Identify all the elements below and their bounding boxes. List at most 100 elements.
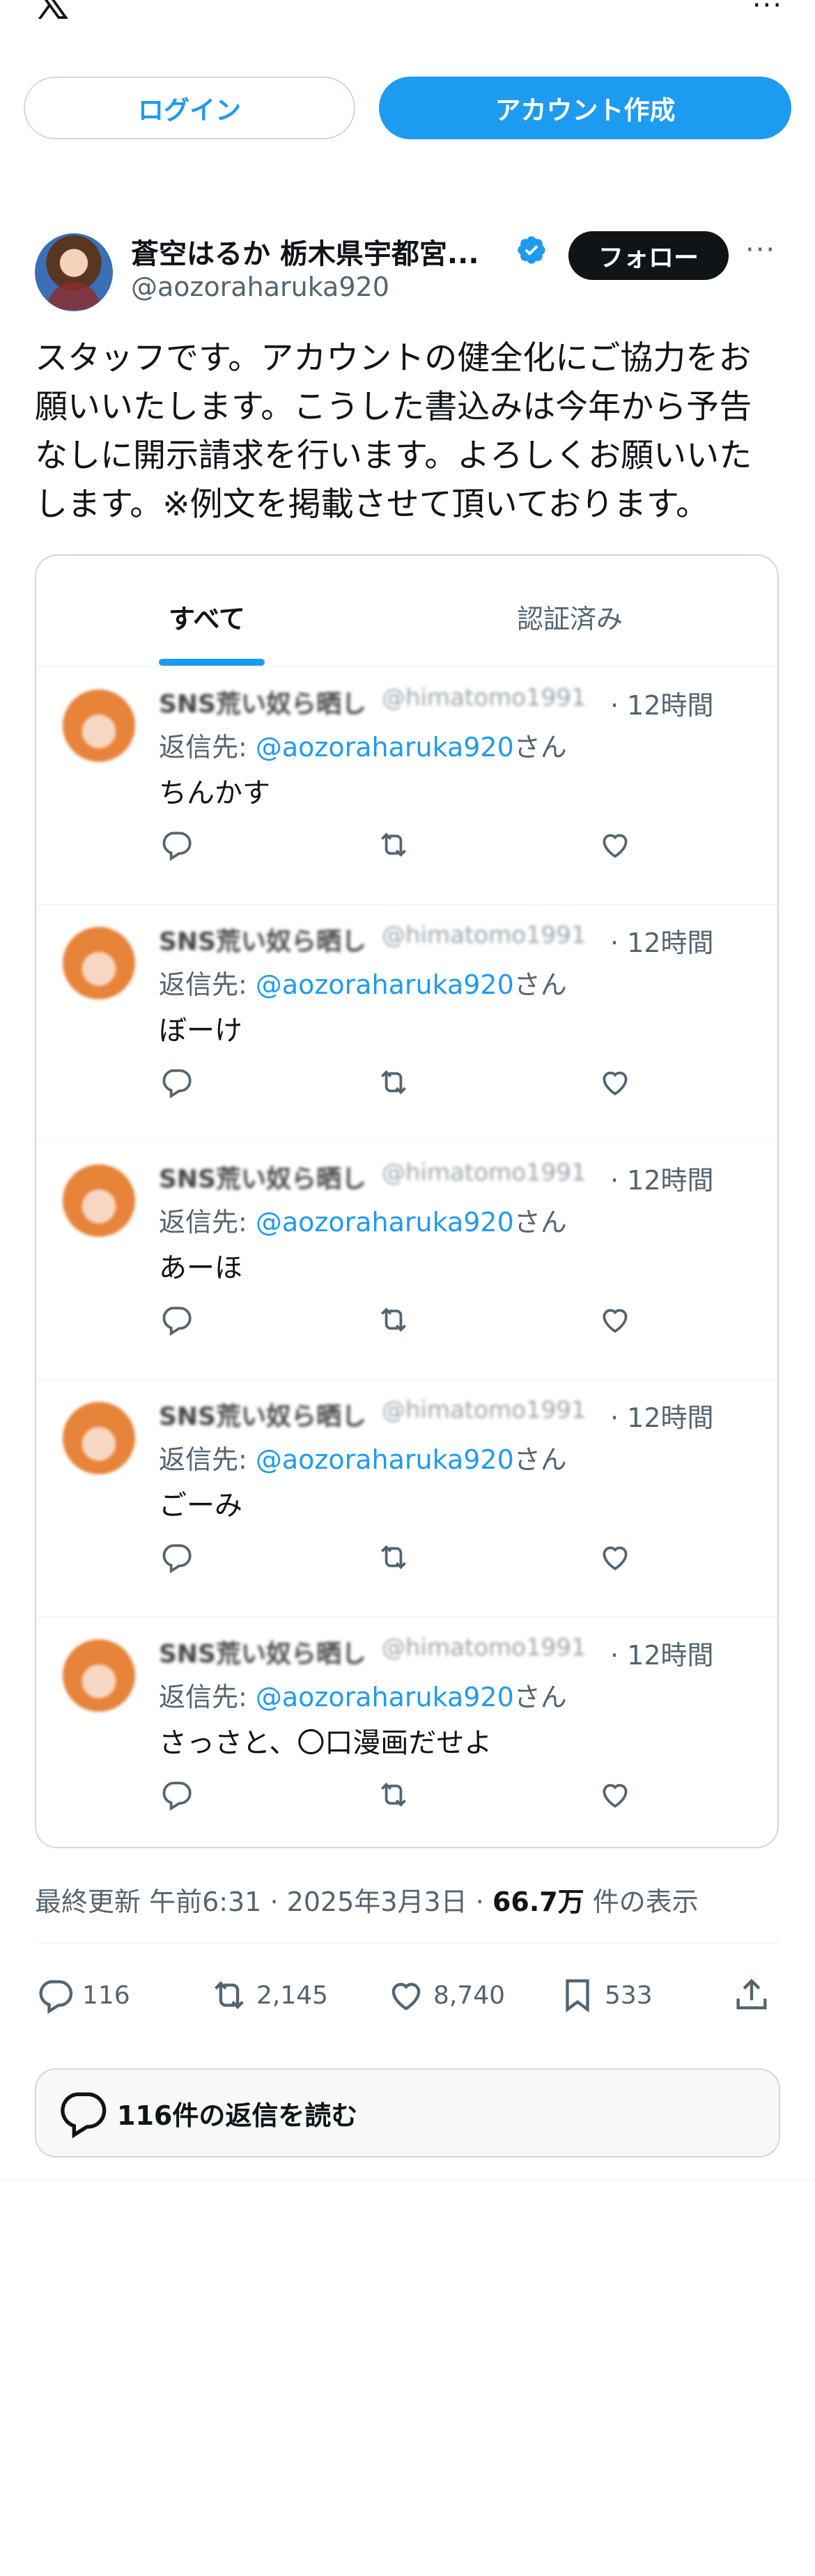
x-logo-icon[interactable]: 𝕏 bbox=[33, 0, 70, 26]
repost-count: 2,145 bbox=[256, 1981, 329, 2010]
reply-text: さっさと、〇口漫画だせよ bbox=[159, 1727, 492, 1759]
bookmark-action[interactable]: 533 bbox=[557, 1971, 653, 2020]
reply-time[interactable]: · 12時間 bbox=[610, 921, 714, 960]
tab-all[interactable]: すべて bbox=[169, 598, 245, 636]
reply-text: ぼーけ bbox=[159, 1015, 242, 1047]
reply-item[interactable]: SNS荒い奴ら晒し @himatomo1991 · 12時間返信先: @aozora… bbox=[36, 905, 777, 1142]
reply-display-name[interactable]: SNS荒い奴ら晒し bbox=[159, 921, 366, 958]
repost-icon[interactable] bbox=[376, 1302, 411, 1337]
heart-icon[interactable] bbox=[598, 1777, 632, 1812]
read-replies-button[interactable]: 116件の返信を読む bbox=[35, 2068, 780, 2157]
reply-to-mention[interactable]: @aozoraharuka920 bbox=[256, 1207, 514, 1238]
reply-item[interactable]: SNS荒い奴ら晒し @himatomo1991 · 12時間返信先: @aozora… bbox=[36, 1380, 777, 1617]
reply-handle[interactable]: @himatomo1991 bbox=[382, 921, 587, 949]
reply-to-line: 返信先: @aozoraharuka920さん bbox=[159, 1676, 567, 1714]
reply-avatar[interactable] bbox=[63, 1639, 135, 1712]
reply-to-prefix: 返信先: bbox=[159, 1444, 256, 1475]
reply-count: 116 bbox=[82, 1981, 130, 2010]
reply-icon[interactable] bbox=[159, 1540, 194, 1575]
reply-icon[interactable] bbox=[159, 827, 194, 862]
verified-badge-icon bbox=[518, 236, 545, 264]
reply-time[interactable]: · 12時間 bbox=[610, 684, 714, 722]
reply-avatar[interactable] bbox=[63, 927, 135, 999]
reply-display-name[interactable]: SNS荒い奴ら晒し bbox=[159, 1159, 366, 1195]
tab-verified[interactable]: 認証済み bbox=[517, 598, 623, 636]
repost-icon[interactable] bbox=[376, 827, 411, 862]
signup-button[interactable]: アカウント作成 bbox=[379, 77, 791, 139]
reply-display-name[interactable]: SNS荒い奴ら晒し bbox=[159, 1396, 366, 1433]
author-avatar[interactable] bbox=[35, 233, 113, 311]
reply-to-suffix: さん bbox=[513, 732, 567, 763]
reply-to-prefix: 返信先: bbox=[159, 732, 256, 763]
view-count: 66.7万 bbox=[492, 1887, 584, 1917]
tweet-actions: 116 2,145 8,740 533 bbox=[35, 1971, 780, 2020]
tweet-author: 蒼空はるか 栃木県宇都宮... @aozoraharuka920 フォロー ··… bbox=[35, 230, 787, 313]
tweet-more-icon[interactable]: ··· bbox=[745, 234, 776, 266]
more-icon[interactable]: ··· bbox=[752, 0, 783, 19]
author-handle[interactable]: @aozoraharuka920 bbox=[131, 272, 389, 302]
reply-handle[interactable]: @himatomo1991 bbox=[382, 684, 587, 712]
reply-to-mention[interactable]: @aozoraharuka920 bbox=[256, 1682, 514, 1712]
repost-icon[interactable] bbox=[376, 1540, 411, 1575]
reply-handle[interactable]: @himatomo1991 bbox=[382, 1159, 587, 1187]
repost-icon bbox=[215, 1981, 244, 2009]
reply-avatar[interactable] bbox=[63, 1402, 135, 1474]
repost-icon[interactable] bbox=[376, 1777, 411, 1812]
reply-icon[interactable] bbox=[159, 1302, 194, 1337]
reply-icon[interactable] bbox=[159, 1777, 194, 1812]
reply-time[interactable]: · 12時間 bbox=[610, 1159, 714, 1197]
follow-button[interactable]: フォロー bbox=[568, 231, 729, 280]
read-replies-label: 116件の返信を読む bbox=[117, 2100, 358, 2131]
reply-icon bbox=[39, 1980, 73, 2014]
reply-bubble-icon bbox=[61, 2092, 107, 2139]
reply-text: あーほ bbox=[159, 1252, 242, 1284]
reply-avatar[interactable] bbox=[63, 1164, 135, 1237]
reply-icon[interactable] bbox=[159, 1065, 194, 1100]
heart-icon[interactable] bbox=[598, 1540, 632, 1575]
reply-to-line: 返信先: @aozoraharuka920さん bbox=[159, 963, 567, 1001]
repost-action[interactable]: 2,145 bbox=[209, 1971, 328, 2020]
tweet-text-line: なしに開示請求を行います。よろしくお願いいた bbox=[35, 437, 752, 475]
tweet-text: スタッフです。アカウントの健全化にご協力をお 願いいたします。こうした書込みは今… bbox=[35, 334, 780, 529]
reply-time[interactable]: · 12時間 bbox=[610, 1396, 714, 1435]
reply-to-mention[interactable]: @aozoraharuka920 bbox=[256, 1444, 514, 1475]
heart-icon bbox=[391, 1983, 421, 2011]
reply-action[interactable]: 116 bbox=[35, 1971, 130, 2020]
divider bbox=[35, 1943, 780, 1944]
like-count: 8,740 bbox=[433, 1981, 506, 2010]
heart-icon[interactable] bbox=[598, 827, 632, 862]
reply-item[interactable]: SNS荒い奴ら晒し @himatomo1991 · 12時間返信先: @aozora… bbox=[36, 1617, 777, 1847]
reply-to-suffix: さん bbox=[513, 1207, 567, 1238]
reply-handle[interactable]: @himatomo1991 bbox=[382, 1634, 587, 1662]
repost-icon[interactable] bbox=[376, 1065, 411, 1100]
view-label: 件の表示 bbox=[584, 1887, 699, 1917]
like-action[interactable]: 8,740 bbox=[386, 1971, 505, 2020]
timestamp[interactable]: 最終更新 午前6:31 · 2025年3月3日 · bbox=[35, 1887, 492, 1917]
tweet-meta: 最終更新 午前6:31 · 2025年3月3日 · 66.7万 件の表示 bbox=[35, 1880, 699, 1919]
embedded-image-card[interactable]: すべて 認証済み SNS荒い奴ら晒し @himatomo1991 · 12時間 返信先… bbox=[35, 554, 779, 1848]
reply-text: ちんかす bbox=[159, 777, 270, 809]
reply-display-name[interactable]: SNS荒い奴ら晒し bbox=[159, 1634, 366, 1670]
reply-to-line: 返信先: @aozoraharuka920さん bbox=[159, 1201, 567, 1239]
reply-display-name[interactable]: SNS荒い奴ら晒し bbox=[159, 684, 366, 720]
reply-to-prefix: 返信先: bbox=[159, 969, 256, 1000]
reply-to-suffix: さん bbox=[513, 1682, 567, 1712]
reply-time[interactable]: · 12時間 bbox=[610, 1634, 714, 1672]
reply-handle[interactable]: @himatomo1991 bbox=[382, 1396, 587, 1424]
auth-buttons: ログイン アカウント作成 bbox=[24, 77, 791, 139]
reply-to-line: 返信先: @aozoraharuka920さん bbox=[159, 1438, 567, 1476]
reply-to-mention[interactable]: @aozoraharuka920 bbox=[256, 969, 514, 1000]
heart-icon[interactable] bbox=[598, 1065, 632, 1100]
author-display-name[interactable]: 蒼空はるか 栃木県宇都宮... bbox=[131, 231, 479, 272]
top-bar: 𝕏 ··· bbox=[0, 0, 815, 28]
login-button[interactable]: ログイン bbox=[24, 77, 355, 139]
active-tab-indicator bbox=[159, 659, 265, 666]
reply-avatar[interactable] bbox=[63, 689, 135, 762]
reply-item[interactable]: SNS荒い奴ら晒し @himatomo1991 · 12時間返信先: @aozora… bbox=[36, 1142, 777, 1380]
share-action[interactable] bbox=[731, 1971, 779, 2020]
heart-icon[interactable] bbox=[598, 1302, 632, 1337]
reply-to-mention[interactable]: @aozoraharuka920 bbox=[256, 732, 514, 763]
share-icon bbox=[736, 1978, 767, 2010]
reply-item[interactable]: SNS荒い奴ら晒し @himatomo1991 · 12時間返信先: @aozora… bbox=[36, 667, 777, 905]
tweet-text-line: スタッフです。アカウントの健全化にご協力をお bbox=[35, 339, 752, 377]
